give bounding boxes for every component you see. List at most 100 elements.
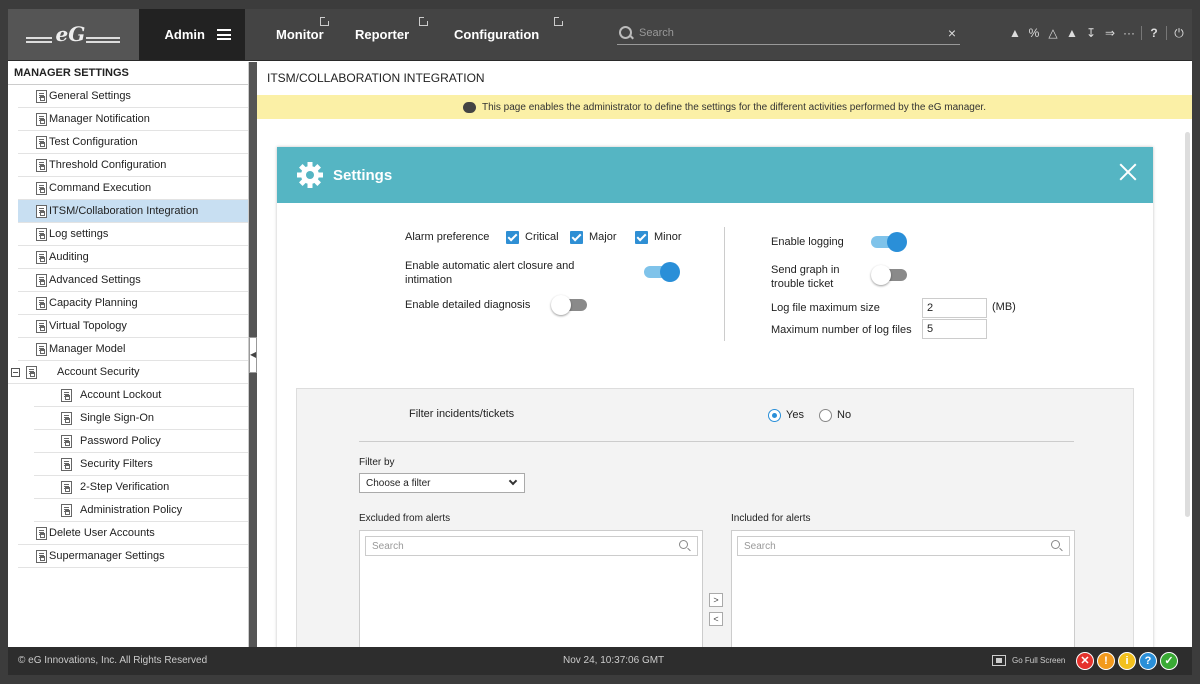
enable-logging-toggle[interactable] <box>871 232 907 252</box>
clear-search-icon[interactable]: × <box>944 25 960 41</box>
go-full-screen[interactable]: Go Full Screen <box>992 655 1065 666</box>
signout-icon[interactable]: ⇒ <box>1103 25 1117 41</box>
nav-reporter[interactable]: Reporter <box>329 9 429 60</box>
alert-icon[interactable]: △ <box>1046 25 1060 41</box>
document-icon <box>36 297 47 310</box>
document-icon <box>61 435 72 448</box>
send-graph-label: Send graph in trouble ticket <box>771 264 840 290</box>
minor-status-icon[interactable]: i <box>1118 652 1136 670</box>
document-icon <box>36 182 47 195</box>
nav-monitor[interactable]: Monitor <box>250 9 330 60</box>
toolbar-icons: ▲ % △ ▲ ↧ ⇒ ··· ? ⏻ <box>1008 25 1186 41</box>
sidebar-menu: General Settings Manager Notification Test… <box>8 85 248 568</box>
detailed-diagnosis-label: Enable detailed diagnosis <box>405 299 531 311</box>
global-search-input[interactable] <box>639 26 944 39</box>
help-icon[interactable]: ? <box>1147 25 1161 41</box>
admin-menu-tab[interactable]: Admin <box>139 9 245 60</box>
gear-icon <box>297 162 323 188</box>
document-icon <box>61 504 72 517</box>
sidebar-item-2-step-verification[interactable]: 2-Step Verification <box>34 476 248 499</box>
user-icon[interactable]: ▲ <box>1008 25 1022 41</box>
nav-configuration[interactable]: Configuration <box>428 9 564 60</box>
document-icon <box>36 274 47 287</box>
log-size-label: Log file maximum size <box>771 302 880 314</box>
settings-card-header: Settings <box>277 147 1153 203</box>
document-icon <box>61 458 72 471</box>
sidebar-item-general-settings[interactable]: General Settings <box>18 85 248 108</box>
move-left-button[interactable]: < <box>709 612 723 626</box>
sidebar-item-test-configuration[interactable]: Test Configuration <box>18 131 248 154</box>
sidebar-item-virtual-topology[interactable]: Virtual Topology <box>18 315 248 338</box>
major-status-icon[interactable]: ! <box>1097 652 1115 670</box>
included-list[interactable]: Search <box>731 530 1075 647</box>
included-search[interactable]: Search <box>737 536 1070 556</box>
power-icon[interactable]: ⏻ <box>1172 25 1186 41</box>
document-icon <box>36 251 47 264</box>
download-icon[interactable]: ↧ <box>1084 25 1098 41</box>
ok-status-icon[interactable]: ✓ <box>1160 652 1178 670</box>
document-icon <box>36 136 47 149</box>
sidebar-item-manager-notification[interactable]: Manager Notification <box>18 108 248 131</box>
filter-by-select[interactable]: Choose a filter <box>359 473 525 493</box>
panel-splitter[interactable]: ◀ <box>249 62 257 647</box>
collapse-group-icon[interactable] <box>11 368 20 377</box>
sidebar-item-password-policy[interactable]: Password Policy <box>34 430 248 453</box>
info-text: This page enables the administrator to d… <box>482 101 986 113</box>
sidebar-item-single-sign-on[interactable]: Single Sign-On <box>34 407 248 430</box>
log-files-input[interactable] <box>922 319 987 339</box>
vertical-scrollbar[interactable] <box>1185 132 1190 517</box>
log-files-label: Maximum number of log files <box>771 324 912 336</box>
filter-yes-label: Yes <box>786 409 804 421</box>
sidebar-item-supermanager-settings[interactable]: Supermanager Settings <box>18 545 248 568</box>
bell-icon[interactable]: ▲ <box>1065 25 1079 41</box>
critical-checkbox[interactable] <box>506 231 519 244</box>
collapse-panel-icon[interactable]: ◀ <box>249 337 257 373</box>
filter-no-radio[interactable] <box>819 409 832 422</box>
document-icon <box>36 343 47 356</box>
close-icon[interactable] <box>1119 163 1137 181</box>
filter-by-label: Filter by <box>359 457 395 468</box>
column-divider <box>724 227 725 341</box>
more-icon[interactable]: ··· <box>1122 25 1136 41</box>
page-title: ITSM/COLLABORATION INTEGRATION <box>267 71 485 85</box>
sidebar-item-command-execution[interactable]: Command Execution <box>18 177 248 200</box>
send-graph-toggle[interactable] <box>871 265 907 285</box>
log-size-input[interactable] <box>922 298 987 318</box>
sidebar-item-account-lockout[interactable]: Account Lockout <box>34 384 248 407</box>
sidebar-item-auditing[interactable]: Auditing <box>18 246 248 269</box>
document-icon <box>36 320 47 333</box>
sidebar-item-log-settings[interactable]: Log settings <box>18 223 248 246</box>
excluded-list[interactable]: Search <box>359 530 703 647</box>
sidebar-item-delete-user-accounts[interactable]: Delete User Accounts <box>18 522 248 545</box>
sidebar-item-security-filters[interactable]: Security Filters <box>34 453 248 476</box>
eg-logo[interactable]: eG <box>8 9 139 60</box>
sidebar-group-account-security[interactable]: Account Security <box>8 361 248 384</box>
excluded-search[interactable]: Search <box>365 536 698 556</box>
critical-label: Critical <box>525 231 559 243</box>
filter-yes-radio[interactable] <box>768 409 781 422</box>
settings-card-title: Settings <box>333 166 393 184</box>
hamburger-icon[interactable] <box>217 29 231 40</box>
auto-closure-toggle[interactable] <box>644 262 680 282</box>
document-icon <box>36 550 47 563</box>
sidebar-item-manager-model[interactable]: Manager Model <box>18 338 248 361</box>
chevron-down-icon <box>508 476 518 486</box>
critical-status-icon[interactable]: ✕ <box>1076 652 1094 670</box>
fullscreen-icon <box>992 655 1006 666</box>
minor-checkbox[interactable] <box>635 231 648 244</box>
filter-incidents-label: Filter incidents/tickets <box>409 408 515 420</box>
move-right-button[interactable]: > <box>709 593 723 607</box>
app-window: eG Admin Monitor Reporter Configuration … <box>8 9 1192 675</box>
major-label: Major <box>589 231 617 243</box>
sidebar-item-advanced-settings[interactable]: Advanced Settings <box>18 269 248 292</box>
help-status-icon[interactable]: ? <box>1139 652 1157 670</box>
sidebar-item-administration-policy[interactable]: Administration Policy <box>34 499 248 522</box>
admin-label: Admin <box>164 27 205 42</box>
search-icon <box>1051 540 1063 552</box>
detailed-diagnosis-toggle[interactable] <box>551 295 587 315</box>
major-checkbox[interactable] <box>570 231 583 244</box>
sidebar-item-threshold-configuration[interactable]: Threshold Configuration <box>18 154 248 177</box>
link-icon[interactable]: % <box>1027 25 1041 41</box>
sidebar-item-capacity-planning[interactable]: Capacity Planning <box>18 292 248 315</box>
sidebar-item-itsm-collaboration-integration[interactable]: ITSM/Collaboration Integration <box>18 200 248 223</box>
